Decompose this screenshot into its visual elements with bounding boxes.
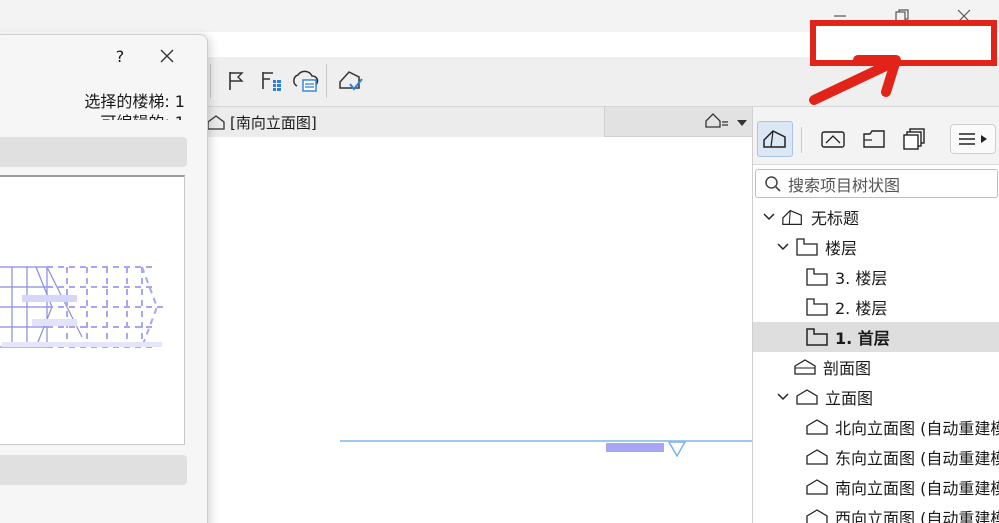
elevation-icon (805, 476, 829, 498)
tab-south-elevation[interactable]: [南向立面图] (200, 107, 605, 137)
tree-item-elevations[interactable]: 立面图 (753, 382, 999, 412)
stair-tool-button[interactable] (336, 64, 366, 98)
dialog-section-header[interactable] (0, 455, 187, 485)
elevation-icon (805, 506, 829, 523)
story-icon (805, 326, 829, 348)
help-button[interactable]: ? (108, 44, 132, 68)
view-options-button[interactable] (704, 111, 730, 133)
chevron-right-icon (981, 135, 987, 143)
tree-item-sections[interactable]: 剖面图 (753, 352, 999, 382)
tree-label: 3. 楼层 (835, 269, 888, 288)
tree-label: 北向立面图 (自动重建模型) (835, 419, 999, 438)
tree-item-elevation[interactable]: 北向立面图 (自动重建模型) (753, 412, 999, 442)
tree-label: 无标题 (811, 209, 860, 228)
story-folder-icon (795, 236, 819, 258)
story-icon (805, 266, 829, 288)
view-map-tab[interactable] (815, 121, 851, 157)
publisher-icon (903, 128, 925, 150)
stair-selection-dialog: ? 选择的楼梯: 1 可编辑的: 1 (0, 34, 208, 523)
publisher-tab[interactable] (897, 121, 933, 157)
search-placeholder: 搜索项目树状图 (788, 175, 901, 195)
chevron-down-icon[interactable] (775, 393, 791, 401)
tree-label: 东向立面图 (自动重建模型) (835, 449, 999, 468)
elevation-icon (805, 416, 829, 438)
project-icon (781, 206, 805, 228)
tree-label: 楼层 (825, 239, 858, 258)
stair-tool-icon (339, 71, 363, 91)
navigator-menu-button[interactable] (950, 124, 996, 154)
view-map-icon (821, 131, 845, 148)
section-icon (793, 356, 817, 378)
ground-line (340, 440, 752, 442)
layout-book-tab[interactable] (856, 121, 892, 157)
chevron-down-icon[interactable] (775, 243, 791, 251)
layout-book-icon (863, 130, 885, 148)
tree-item-project[interactable]: 无标题 (753, 202, 999, 232)
tree-item-story[interactable]: 3. 楼层 (753, 262, 999, 292)
project-map-icon (763, 130, 786, 148)
tree-item-story-selected[interactable]: 1. 首层 (753, 322, 999, 352)
story-icon (805, 296, 829, 318)
tree-item-stories[interactable]: 楼层 (753, 232, 999, 262)
elevation-icon (207, 115, 225, 130)
element-list-icon (262, 72, 281, 91)
stair-preview (0, 175, 185, 445)
tab-label: [南向立面图] (230, 113, 317, 132)
tab-tools (704, 107, 748, 137)
drawing-canvas[interactable] (200, 137, 752, 523)
tree-label: 剖面图 (823, 359, 872, 378)
selected-stairs-text: 选择的楼梯: 1 (84, 92, 185, 111)
element-list-button[interactable] (256, 64, 286, 98)
flag-icon (229, 72, 244, 90)
toolbar-separator (210, 64, 211, 98)
navigator-search-field[interactable]: 搜索项目树状图 (755, 169, 998, 198)
project-map-tab[interactable] (757, 121, 793, 157)
selected-stair-marker[interactable] (606, 443, 664, 452)
tree-label: 2. 楼层 (835, 299, 888, 318)
navigator-panel: 搜索项目树状图 无标题 楼层 3. 楼层 2. 楼层 1. 首层 剖面图 立面图… (752, 107, 999, 523)
level-marker-icon (668, 441, 686, 457)
menu-icon (959, 133, 975, 145)
navigator-tab-bar (753, 107, 999, 165)
tree-label: 1. 首层 (835, 329, 890, 348)
cloud-publish-button[interactable] (290, 64, 320, 98)
tree-label: 南向立面图 (自动重建模型) (835, 479, 999, 498)
flag-button[interactable] (221, 64, 251, 98)
annotation-arrow-icon (809, 55, 901, 105)
editable-count-text: 可编辑的: 1 (100, 112, 185, 120)
toolbar-separator (326, 64, 327, 98)
view-options-icon (705, 113, 728, 128)
tree-label: 立面图 (825, 389, 874, 408)
nav-tab-separator (801, 127, 802, 153)
tree-item-elevation[interactable]: 西向立面图 (自动重建模型) (753, 502, 999, 523)
view-tab-bar: [南向立面图] (200, 107, 752, 137)
chevron-down-icon (737, 119, 747, 126)
stair-plan-drawing (0, 266, 167, 348)
dialog-close-button[interactable] (153, 42, 181, 70)
dialog-section-header[interactable] (0, 137, 187, 167)
tree-item-elevation[interactable]: 南向立面图 (自动重建模型) (753, 472, 999, 502)
tab-dropdown-button[interactable] (736, 113, 748, 132)
close-icon (160, 49, 174, 63)
search-icon (765, 175, 781, 192)
tree-item-story[interactable]: 2. 楼层 (753, 292, 999, 322)
elevation-icon (795, 386, 819, 408)
chevron-down-icon[interactable] (761, 213, 777, 221)
tree-item-elevation[interactable]: 东向立面图 (自动重建模型) (753, 442, 999, 472)
cloud-publish-icon (293, 70, 319, 92)
tree-label: 西向立面图 (自动重建模型) (835, 509, 999, 523)
elevation-icon (805, 446, 829, 468)
